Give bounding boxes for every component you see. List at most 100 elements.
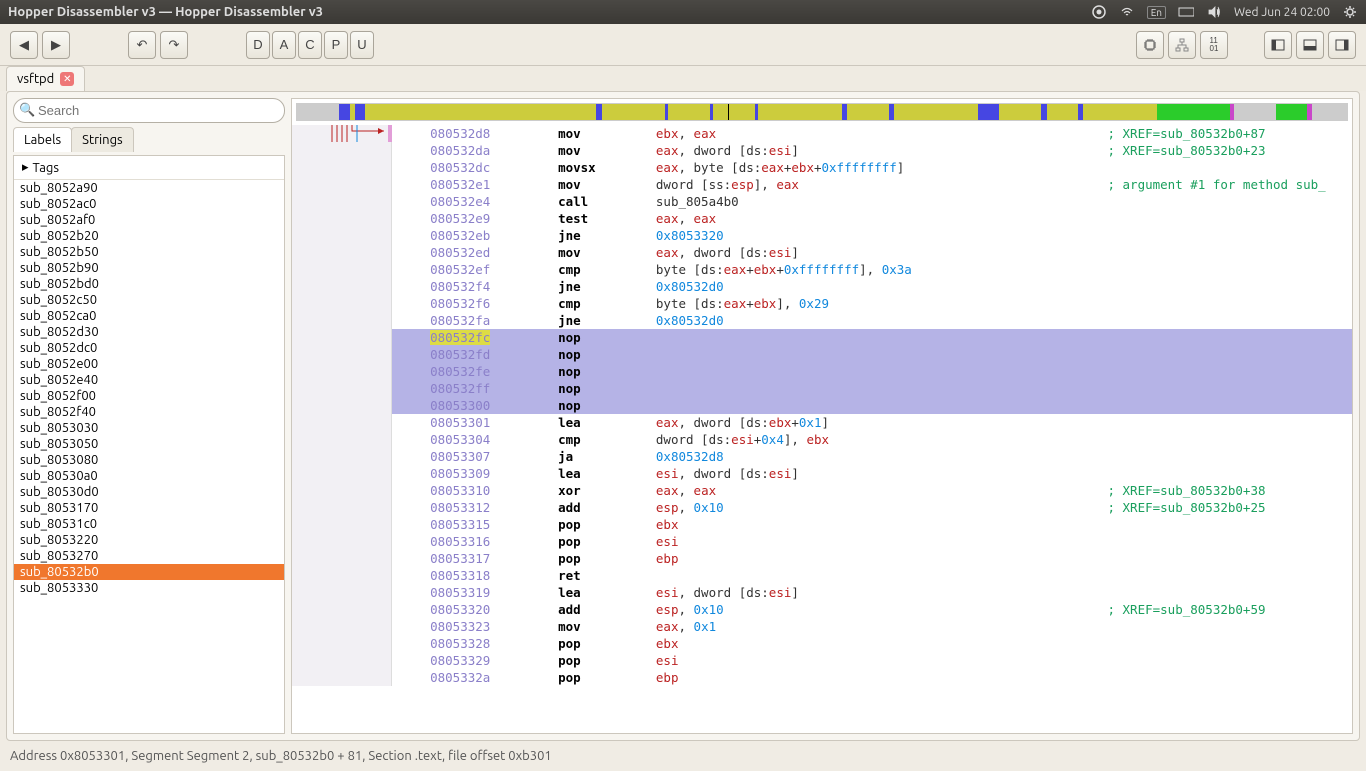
disasm-row[interactable]: 08053312 add esp, 0x10 ; XREF=sub_80532b…: [292, 499, 1352, 516]
disasm-row[interactable]: 08053318 ret: [292, 567, 1352, 584]
panel-right-icon[interactable]: [1328, 31, 1356, 59]
type-button-d[interactable]: D: [246, 31, 270, 59]
navigation-minimap[interactable]: ▴: [296, 103, 1348, 121]
tab-vsftpd[interactable]: vsftpd ✕: [6, 66, 85, 91]
disasm-row[interactable]: 08053316 pop esi: [292, 533, 1352, 550]
disasm-row[interactable]: 080532da mov eax, dword [ds:esi] ; XREF=…: [292, 142, 1352, 159]
label-item[interactable]: sub_80530d0: [14, 484, 284, 500]
volume-icon[interactable]: [1206, 4, 1222, 20]
disasm-row[interactable]: 08053328 pop ebx: [292, 635, 1352, 652]
labels-list[interactable]: sub_8052a90sub_8052ac0sub_8052af0sub_805…: [14, 180, 284, 733]
sidebar-body: ▸ Tags sub_8052a90sub_8052ac0sub_8052af0…: [13, 155, 285, 734]
label-item[interactable]: sub_8052f40: [14, 404, 284, 420]
disasm-row[interactable]: 0805332a pop ebp: [292, 669, 1352, 686]
tags-toggle[interactable]: ▸ Tags: [14, 156, 284, 180]
disasm-row[interactable]: 080532fd nop: [292, 346, 1352, 363]
panel-left-icon[interactable]: [1264, 31, 1292, 59]
disasm-row[interactable]: 08053323 mov eax, 0x1: [292, 618, 1352, 635]
label-item[interactable]: sub_8052b20: [14, 228, 284, 244]
disasm-row[interactable]: 080532ff nop: [292, 380, 1352, 397]
document-tabs: vsftpd ✕: [0, 66, 1366, 91]
label-item[interactable]: sub_8052c50: [14, 292, 284, 308]
type-buttons: DACPU: [246, 31, 374, 59]
disasm-row[interactable]: 08053301 lea eax, dword [ds:ebx+0x1]: [292, 414, 1352, 431]
panel-bottom-icon[interactable]: [1296, 31, 1324, 59]
disasm-row[interactable]: 08053315 pop ebx: [292, 516, 1352, 533]
disasm-row[interactable]: 080532d8 mov ebx, eax ; XREF=sub_80532b0…: [292, 125, 1352, 142]
label-item[interactable]: sub_8053050: [14, 436, 284, 452]
label-item[interactable]: sub_8052a90: [14, 180, 284, 196]
label-item[interactable]: sub_8053170: [14, 500, 284, 516]
label-item[interactable]: sub_8053080: [14, 452, 284, 468]
label-item[interactable]: sub_80532b0: [14, 564, 284, 580]
tab-labels[interactable]: Labels: [13, 127, 72, 152]
disasm-row[interactable]: 080532e4 call sub_805a4b0: [292, 193, 1352, 210]
disasm-row[interactable]: 08053329 pop esi: [292, 652, 1352, 669]
disasm-row[interactable]: 080532dc movsx eax, byte [ds:eax+ebx+0xf…: [292, 159, 1352, 176]
hex-icon[interactable]: 1101: [1200, 31, 1228, 59]
tab-strings[interactable]: Strings: [71, 127, 134, 152]
nav-back-button[interactable]: ◀: [10, 31, 38, 59]
disasm-row[interactable]: 08053304 cmp dword [ds:esi+0x4], ebx: [292, 431, 1352, 448]
label-item[interactable]: sub_8053270: [14, 548, 284, 564]
disasm-row[interactable]: 080532e1 mov dword [ss:esp], eax ; argum…: [292, 176, 1352, 193]
disasm-row[interactable]: 080532f6 cmp byte [ds:eax+ebx], 0x29: [292, 295, 1352, 312]
label-item[interactable]: sub_8052ca0: [14, 308, 284, 324]
chrome-icon[interactable]: [1091, 4, 1107, 20]
disasm-row[interactable]: 08053310 xor eax, eax ; XREF=sub_80532b0…: [292, 482, 1352, 499]
type-button-u[interactable]: U: [350, 31, 374, 59]
disasm-row[interactable]: 08053320 add esp, 0x10 ; XREF=sub_80532b…: [292, 601, 1352, 618]
search-icon: 🔍: [19, 103, 35, 118]
tags-label: Tags: [33, 161, 60, 175]
label-item[interactable]: sub_8052f00: [14, 388, 284, 404]
disasm-row[interactable]: 080532fa jne 0x80532d0: [292, 312, 1352, 329]
disasm-row[interactable]: 08053319 lea esi, dword [ds:esi]: [292, 584, 1352, 601]
label-item[interactable]: sub_8052d30: [14, 324, 284, 340]
settings-gear-icon[interactable]: [1342, 4, 1358, 20]
sidebar-tabs: Labels Strings: [13, 127, 285, 152]
tab-label: vsftpd: [17, 72, 54, 86]
clock[interactable]: Wed Jun 24 02:00: [1234, 6, 1330, 19]
disasm-row[interactable]: 080532ef cmp byte [ds:eax+ebx+0xffffffff…: [292, 261, 1352, 278]
close-icon[interactable]: ✕: [60, 72, 74, 86]
disasm-row[interactable]: 08053317 pop ebp: [292, 550, 1352, 567]
label-item[interactable]: sub_8052e00: [14, 356, 284, 372]
label-item[interactable]: sub_80531c0: [14, 516, 284, 532]
tree-icon[interactable]: [1168, 31, 1196, 59]
disasm-row[interactable]: 080532eb jne 0x8053320: [292, 227, 1352, 244]
type-button-c[interactable]: C: [298, 31, 322, 59]
chevron-right-icon: ▸: [22, 160, 29, 175]
disasm-row[interactable]: 080532ed mov eax, dword [ds:esi]: [292, 244, 1352, 261]
label-item[interactable]: sub_8052b50: [14, 244, 284, 260]
disasm-row[interactable]: 080532fc nop: [292, 329, 1352, 346]
disasm-row[interactable]: 080532fe nop: [292, 363, 1352, 380]
redo-button[interactable]: ↷: [160, 31, 188, 59]
label-item[interactable]: sub_8052bd0: [14, 276, 284, 292]
sidebar: 🔍 Labels Strings ▸ Tags sub_8052a90sub_8…: [13, 98, 285, 734]
label-item[interactable]: sub_8052af0: [14, 212, 284, 228]
disasm-row[interactable]: 08053300 nop: [292, 397, 1352, 414]
undo-button[interactable]: ↶: [128, 31, 156, 59]
disasm-row[interactable]: 08053309 lea esi, dword [ds:esi]: [292, 465, 1352, 482]
disasm-row[interactable]: 080532f4 jne 0x80532d0: [292, 278, 1352, 295]
nav-forward-button[interactable]: ▶: [42, 31, 70, 59]
label-item[interactable]: sub_8053330: [14, 580, 284, 596]
label-item[interactable]: sub_8053220: [14, 532, 284, 548]
label-item[interactable]: sub_8053030: [14, 420, 284, 436]
disasm-row[interactable]: 08053307 ja 0x80532d8: [292, 448, 1352, 465]
label-item[interactable]: sub_8052ac0: [14, 196, 284, 212]
search-input[interactable]: [13, 98, 285, 123]
cpu-icon[interactable]: [1136, 31, 1164, 59]
type-button-a[interactable]: A: [272, 31, 296, 59]
search-box: 🔍: [13, 98, 285, 123]
disasm-row[interactable]: 080532e9 test eax, eax: [292, 210, 1352, 227]
wifi-icon[interactable]: [1119, 4, 1135, 20]
label-item[interactable]: sub_80530a0: [14, 468, 284, 484]
type-button-p[interactable]: P: [324, 31, 348, 59]
label-item[interactable]: sub_8052b90: [14, 260, 284, 276]
label-item[interactable]: sub_8052e40: [14, 372, 284, 388]
label-item[interactable]: sub_8052dc0: [14, 340, 284, 356]
disassembly-listing[interactable]: 080532d8 mov ebx, eax ; XREF=sub_80532b0…: [292, 125, 1352, 733]
battery-icon[interactable]: [1178, 4, 1194, 20]
keyboard-lang[interactable]: En: [1147, 6, 1166, 19]
